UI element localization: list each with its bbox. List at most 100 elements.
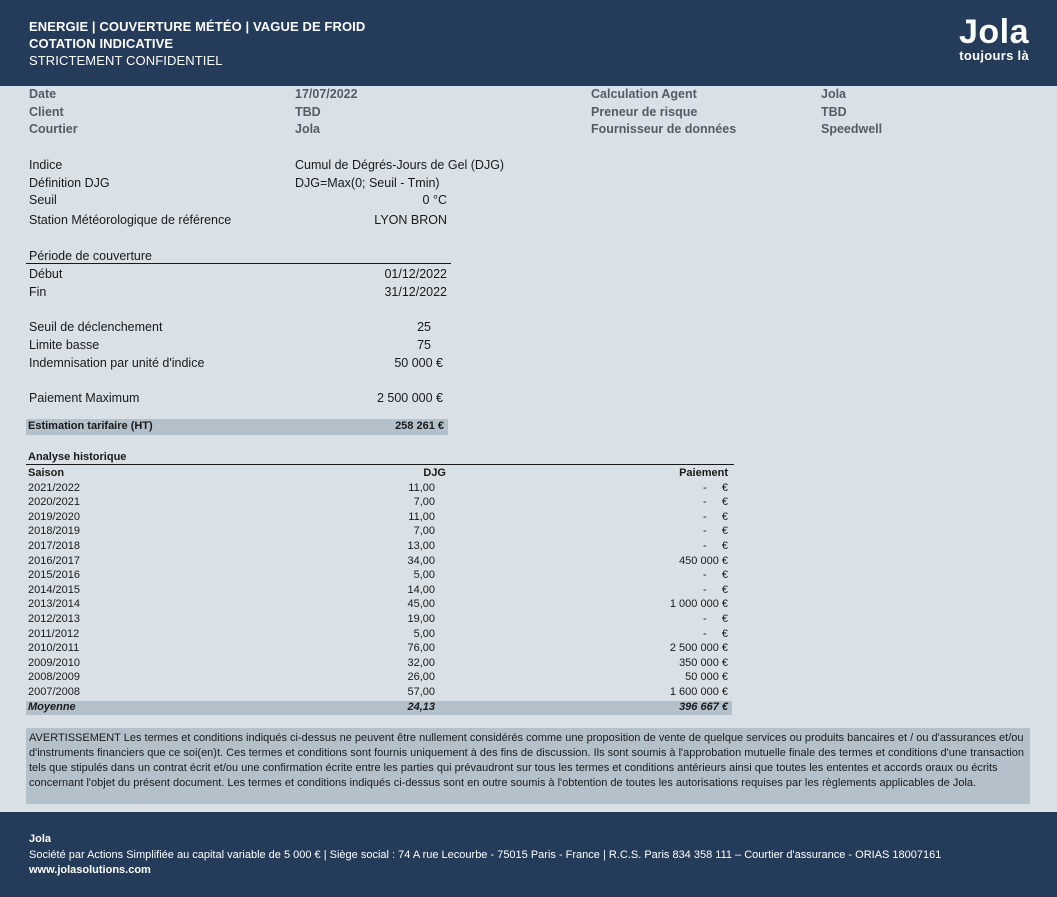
table-row: 2020/2021 7,00 - €	[28, 496, 732, 511]
table-row: 2013/2014 45,00 1 000 000 €	[28, 598, 732, 613]
history-header-row: Saison DJG Paiement	[28, 467, 732, 482]
period-divider	[26, 263, 451, 264]
table-row: 2014/2015 14,00 - €	[28, 584, 732, 599]
footer-legal: Société par Actions Simplifiée au capita…	[29, 849, 942, 861]
djg-cell: 11,00	[408, 510, 435, 523]
table-row: 2017/2018 13,00 - €	[28, 540, 732, 555]
season-cell: 2009/2010	[28, 656, 80, 669]
djg-cell: 13,00	[407, 540, 435, 552]
table-row: 2012/2013 19,00 - €	[28, 613, 732, 628]
document-footer: Jola Société par Actions Simplifiée au c…	[0, 812, 1057, 897]
logo-tagline: toujours là	[959, 48, 1029, 63]
season-cell: 2015/2016	[28, 569, 80, 582]
estimate-label: Estimation tarifaire (HT)	[28, 420, 153, 432]
trigger-label: Seuil de déclenchement	[29, 320, 163, 334]
season-cell: 2013/2014	[28, 598, 80, 611]
djg-cell: 11,00	[408, 481, 435, 494]
table-row: 2019/2020 11,00 - €	[28, 511, 732, 526]
document-body: Date 17/07/2022 Client TBD Courtier Jola…	[0, 86, 1057, 812]
footer-website: www.jolasolutions.com	[29, 864, 151, 876]
start-value: 01/12/2022	[384, 267, 447, 281]
broker-value: Jola	[295, 122, 321, 136]
djg-cell: 19,00	[407, 613, 435, 625]
header-subtitle: COTATION INDICATIVE	[29, 36, 174, 51]
average-label: Moyenne	[28, 700, 76, 713]
payment-cell: - €	[702, 627, 728, 640]
payment-cell: 1 600 000 €	[669, 686, 728, 698]
table-row: 2010/2011 76,00 2 500 000 €	[28, 642, 732, 657]
djg-cell: 45,00	[407, 598, 435, 611]
quote-document: ENERGIE | COUVERTURE MÉTÉO | VAGUE DE FR…	[0, 0, 1057, 897]
payment-cell: - €	[702, 583, 728, 596]
average-row: Moyenne 24,13 396 667 €	[26, 700, 732, 716]
date-value: 17/07/2022	[295, 87, 358, 101]
history-divider	[26, 464, 734, 465]
payment-cell: 2 500 000 €	[669, 642, 728, 655]
date-label: Date	[29, 87, 57, 101]
payment-cell: 50 000 €	[685, 671, 728, 684]
payment-cell: - €	[702, 613, 728, 625]
table-row: 2011/2012 5,00 - €	[28, 628, 732, 643]
risk-taker-label: Preneur de risque	[591, 105, 698, 119]
djg-cell: 5,00	[413, 627, 435, 640]
col-payment-header: Paiement	[679, 467, 728, 479]
season-cell: 2010/2011	[28, 642, 80, 655]
payment-cell: - €	[702, 496, 728, 509]
payment-cell: - €	[702, 569, 728, 582]
season-cell: 2021/2022	[28, 481, 80, 494]
threshold-value: 0 °C	[422, 193, 447, 207]
period-title: Période de couverture	[29, 249, 152, 263]
client-label: Client	[29, 105, 64, 119]
end-label: Fin	[29, 285, 47, 299]
season-cell: 2018/2019	[28, 525, 80, 538]
station-label: Station Météorologique de référence	[29, 213, 232, 227]
indice-label: Indice	[29, 158, 63, 172]
disclaimer-text: AVERTISSEMENT Les termes et conditions i…	[26, 728, 1030, 804]
payment-cell: 1 000 000 €	[669, 598, 728, 611]
header-title: ENERGIE | COUVERTURE MÉTÉO | VAGUE DE FR…	[29, 19, 366, 34]
definition-label: Définition DJG	[29, 176, 110, 190]
djg-cell: 32,00	[407, 656, 435, 669]
payment-cell: - €	[702, 540, 728, 552]
data-provider-value: Speedwell	[821, 122, 883, 136]
station-value: LYON BRON	[374, 213, 447, 227]
payment-cell: - €	[702, 481, 728, 494]
risk-taker-value: TBD	[821, 105, 847, 119]
table-row: 2009/2010 32,00 350 000 €	[28, 657, 732, 672]
indemnity-label: Indemnisation par unité d'indice	[29, 356, 205, 370]
trigger-value: 25	[417, 320, 431, 334]
data-provider-label: Fournisseur de données	[591, 122, 737, 136]
table-row: 2016/2017 34,00 450 000 €	[28, 555, 732, 570]
payment-cell: - €	[702, 525, 728, 538]
djg-cell: 57,00	[407, 686, 435, 698]
client-value: TBD	[295, 105, 321, 119]
header-confidential: STRICTEMENT CONFIDENTIEL	[29, 53, 223, 68]
average-payment: 396 667 €	[679, 700, 728, 713]
col-season-header: Saison	[28, 467, 65, 479]
max-payment-label: Paiement Maximum	[29, 391, 140, 405]
djg-cell: 7,00	[413, 525, 435, 538]
season-cell: 2012/2013	[28, 613, 80, 625]
broker-label: Courtier	[29, 122, 78, 136]
season-cell: 2017/2018	[28, 540, 80, 552]
djg-cell: 7,00	[413, 496, 435, 509]
start-label: Début	[29, 267, 63, 281]
calc-agent-label: Calculation Agent	[591, 87, 697, 101]
payment-cell: 450 000 €	[679, 554, 728, 567]
history-title: Analyse historique	[28, 451, 127, 463]
djg-cell: 5,00	[413, 569, 435, 582]
table-row: 2021/2022 11,00 - €	[28, 482, 732, 497]
table-row: 2007/2008 57,00 1 600 000 €	[28, 686, 732, 701]
floor-label: Limite basse	[29, 338, 100, 352]
average-djg: 24,13	[407, 700, 435, 713]
djg-cell: 14,00	[407, 583, 435, 596]
payment-cell: 350 000 €	[679, 656, 728, 669]
season-cell: 2008/2009	[28, 671, 80, 684]
djg-cell: 34,00	[407, 554, 435, 567]
floor-value: 75	[417, 338, 431, 352]
document-header: ENERGIE | COUVERTURE MÉTÉO | VAGUE DE FR…	[0, 0, 1057, 86]
season-cell: 2020/2021	[28, 496, 80, 509]
end-value: 31/12/2022	[384, 285, 447, 299]
estimate-value: 258 261 €	[395, 420, 444, 432]
payment-cell: - €	[702, 510, 728, 523]
